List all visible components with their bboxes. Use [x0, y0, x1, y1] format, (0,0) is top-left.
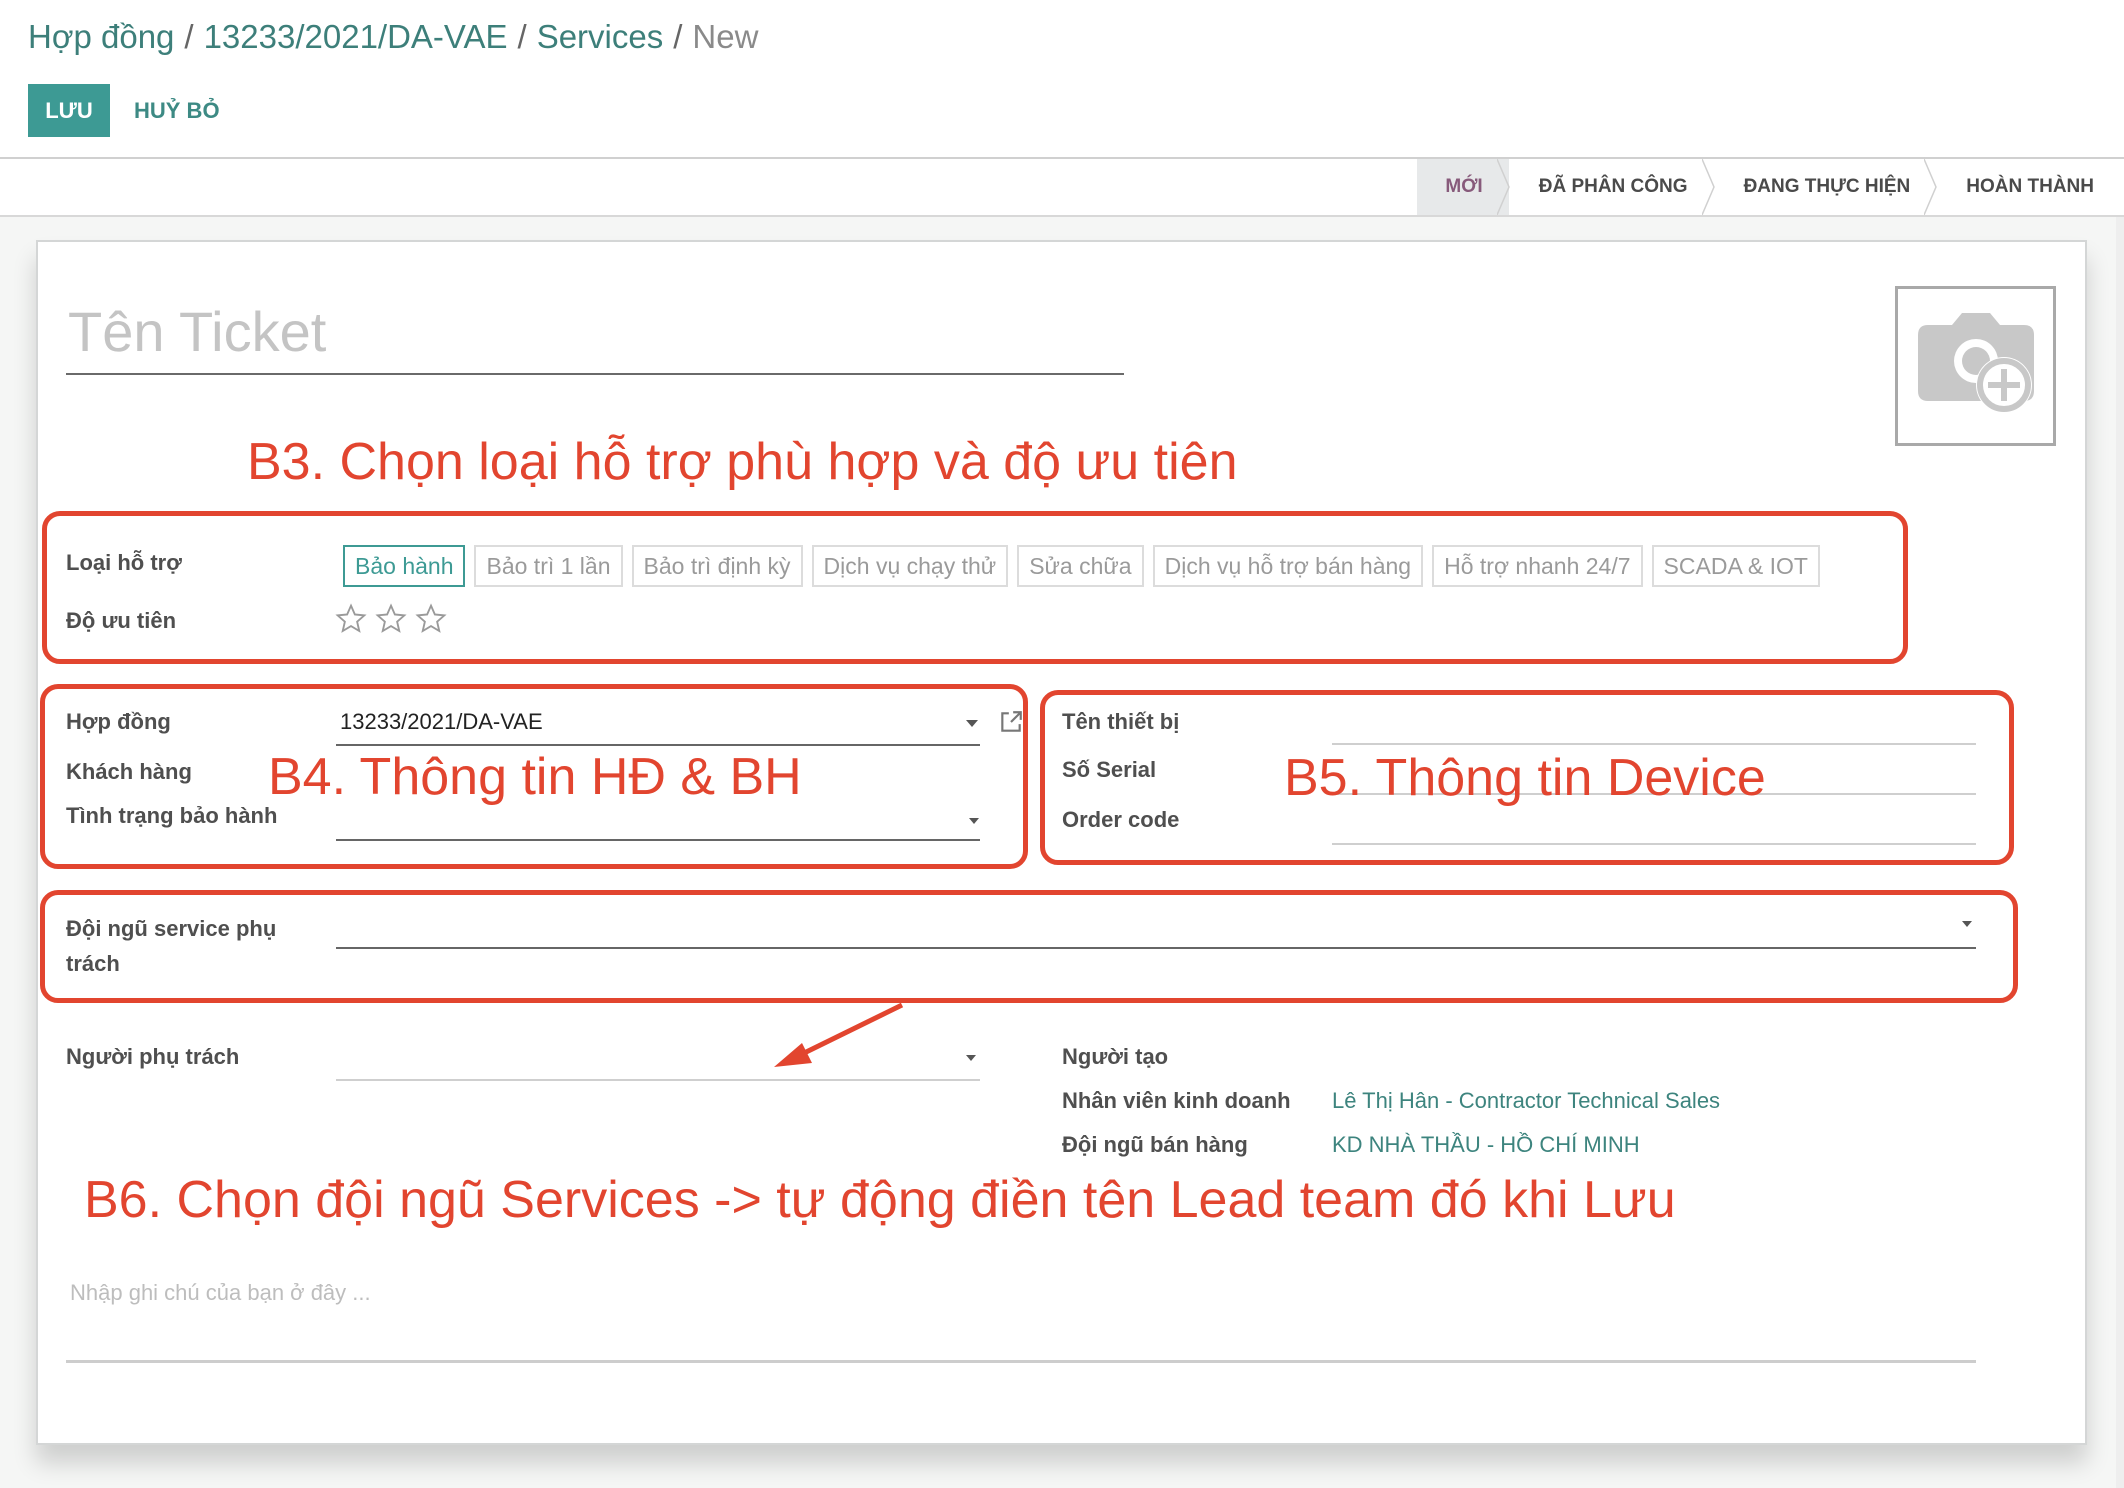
annotation-box-b3: [42, 511, 1908, 664]
external-link-icon[interactable]: [998, 709, 1024, 735]
support-type-option[interactable]: Bảo trì 1 lần: [474, 545, 623, 587]
stage-pipeline: MỚI ĐÃ PHÂN CÔNG ĐANG THỰC HIỆN HOÀN THÀ…: [1417, 159, 2124, 215]
stage-arrow-icon: [1496, 159, 1510, 215]
discard-button[interactable]: HUỶ BỎ: [120, 84, 234, 137]
support-type-option[interactable]: Bảo hành: [343, 545, 466, 587]
serial-label: Số Serial: [1062, 757, 1157, 782]
sales-team-link[interactable]: KD NHÀ THẦU - HỒ CHÍ MINH: [1332, 1132, 1640, 1158]
breadcrumb-separator: /: [517, 18, 527, 55]
scrollbar[interactable]: [2116, 217, 2124, 1488]
support-type-option[interactable]: Dịch vụ chạy thử: [811, 545, 1009, 587]
customer-label: Khách hàng: [66, 759, 192, 784]
support-type-option[interactable]: Hỗ trợ nhanh 24/7: [1432, 545, 1643, 587]
stage-assigned[interactable]: ĐÃ PHÂN CÔNG: [1509, 159, 1715, 215]
warranty-status-label: Tình trạng bảo hành: [66, 803, 278, 828]
stage-label: ĐÃ PHÂN CÔNG: [1538, 176, 1688, 197]
save-button[interactable]: LƯU: [28, 84, 110, 137]
stage-in-progress[interactable]: ĐANG THỰC HIỆN: [1714, 159, 1938, 215]
assignee-field[interactable]: [336, 1079, 980, 1081]
contract-label: Hợp đồng: [66, 709, 171, 734]
breadcrumb-separator: /: [673, 18, 683, 55]
support-type-option[interactable]: SCADA & IOT: [1651, 545, 1820, 587]
device-name-field[interactable]: [1332, 743, 1976, 745]
support-type-option[interactable]: Sửa chữa: [1017, 545, 1144, 587]
breadcrumb: Hợp đồng/13233/2021/DA-VAE / Services / New: [28, 18, 758, 56]
annotation-b3: B3. Chọn loại hỗ trợ phù hợp và độ ưu ti…: [247, 433, 1238, 491]
annotation-b5: B5. Thông tin Device: [1284, 749, 1766, 807]
star-icon[interactable]: [375, 603, 407, 635]
creator-label: Người tạo: [1062, 1044, 1169, 1069]
priority-label: Độ ưu tiên: [66, 608, 177, 633]
annotation-b4: B4. Thông tin HĐ & BH: [268, 748, 802, 806]
order-code-label: Order code: [1062, 807, 1180, 832]
priority-stars: [335, 603, 447, 635]
image-upload[interactable]: [1895, 286, 2056, 446]
contract-field[interactable]: 13233/2021/DA-VAE: [340, 709, 543, 735]
service-team-label: Đội ngũ service phụ trách: [66, 916, 277, 976]
breadcrumb-separator: /: [184, 18, 194, 55]
contract-field-underline: [336, 744, 980, 746]
service-team-field[interactable]: [336, 947, 1976, 949]
breadcrumb-item-contract[interactable]: 13233/2021/DA-VAE: [204, 18, 508, 55]
control-panel: Hợp đồng/13233/2021/DA-VAE / Services / New …: [0, 0, 2124, 157]
stage-label: MỚI: [1445, 176, 1483, 197]
support-type-option[interactable]: Dịch vụ hỗ trợ bán hàng: [1152, 545, 1424, 587]
note-field[interactable]: Nhập ghi chú của bạn ở đây ...: [70, 1280, 371, 1306]
assignee-label: Người phụ trách: [66, 1044, 240, 1069]
support-type-option[interactable]: Bảo trì định kỳ: [631, 545, 803, 587]
breadcrumb-item-contracts[interactable]: Hợp đồng: [28, 18, 174, 55]
salesperson-label: Nhân viên kinh doanh: [1062, 1088, 1291, 1113]
annotation-b6: B6. Chọn đội ngũ Services -> tự động điề…: [84, 1171, 1676, 1229]
warranty-status-dropdown-icon[interactable]: [969, 818, 979, 824]
note-field-underline: [66, 1360, 1976, 1363]
salesperson-link[interactable]: Lê Thị Hân - Contractor Technical Sales: [1332, 1088, 1720, 1114]
stage-arrow-icon: [1924, 159, 1938, 215]
ticket-title-input[interactable]: [66, 290, 1124, 375]
annotation-arrow-icon: [774, 1002, 904, 1067]
assignee-dropdown-icon[interactable]: [966, 1055, 976, 1061]
star-icon[interactable]: [415, 603, 447, 635]
stage-new[interactable]: MỚI: [1417, 159, 1510, 215]
order-code-field[interactable]: [1332, 843, 1976, 845]
support-type-selector: Bảo hành Bảo trì 1 lần Bảo trì định kỳ D…: [343, 545, 1820, 587]
stage-label: ĐANG THỰC HIỆN: [1743, 176, 1911, 197]
stage-arrow-icon: [1701, 159, 1715, 215]
star-icon[interactable]: [335, 603, 367, 635]
device-name-label: Tên thiết bị: [1062, 709, 1180, 734]
stage-done[interactable]: HOÀN THÀNH: [1936, 159, 2124, 215]
statusbar: MỚI ĐÃ PHÂN CÔNG ĐANG THỰC HIỆN HOÀN THÀ…: [0, 157, 2124, 217]
support-type-label: Loại hỗ trợ: [66, 550, 182, 575]
warranty-status-field[interactable]: [336, 839, 980, 841]
stage-label: HOÀN THÀNH: [1966, 176, 2094, 197]
contract-dropdown-icon[interactable]: [966, 720, 978, 727]
service-team-dropdown-icon[interactable]: [1962, 921, 1972, 927]
breadcrumb-item-services[interactable]: Services: [537, 18, 664, 55]
breadcrumb-current: New: [692, 18, 759, 55]
sales-team-label: Đội ngũ bán hàng: [1062, 1132, 1248, 1157]
camera-add-icon: [1917, 313, 2034, 413]
